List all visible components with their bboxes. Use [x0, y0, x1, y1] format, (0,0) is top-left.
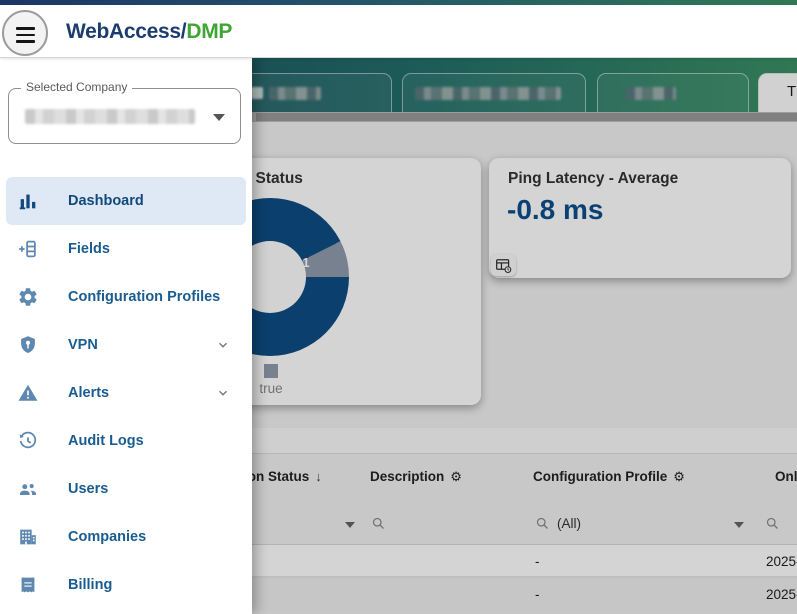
users-icon [16, 477, 40, 501]
history-clock-icon [16, 429, 40, 453]
sidebar-item-billing[interactable]: Billing [6, 561, 246, 609]
sidebar-menu: Dashboard Fields Confi [0, 177, 252, 609]
sidebar-item-label: Users [68, 481, 108, 497]
sidebar-item-label: Alerts [68, 385, 109, 401]
brand-gradient-strip [0, 0, 797, 5]
sidebar-item-label: VPN [68, 337, 98, 353]
hamburger-icon [16, 27, 35, 47]
sidebar-item-label: Companies [68, 529, 146, 545]
sidebar-item-alerts[interactable]: Alerts [6, 369, 246, 417]
chevron-down-icon [213, 114, 225, 121]
sidebar-item-audit-logs[interactable]: Audit Logs [6, 417, 246, 465]
sidebar-item-label: Configuration Profiles [68, 289, 220, 305]
sidebar-item-label: Fields [68, 241, 110, 257]
app-logo: WebAccess/DMP [66, 20, 232, 44]
add-field-icon [16, 237, 40, 261]
redacted-company-name [25, 109, 195, 124]
sidebar-item-companies[interactable]: Companies [6, 513, 246, 561]
sidebar-item-fields[interactable]: Fields [6, 225, 246, 273]
logo-text-accent: DMP [186, 20, 232, 43]
sidebar-item-dashboard[interactable]: Dashboard [6, 177, 246, 225]
company-select[interactable]: Selected Company [8, 88, 241, 144]
navigation-drawer: Selected Company Dashboard [0, 58, 252, 614]
chevron-down-icon [216, 338, 230, 352]
logo-text-primary: WebAccess/ [66, 20, 186, 43]
app-header: WebAccess/DMP [0, 0, 797, 58]
sidebar-item-users[interactable]: Users [6, 465, 246, 513]
chevron-down-icon [216, 386, 230, 400]
building-icon [16, 525, 40, 549]
warning-triangle-icon [16, 381, 40, 405]
sidebar-item-label: Audit Logs [68, 433, 144, 449]
menu-toggle-button[interactable] [2, 10, 48, 56]
sidebar-item-label: Dashboard [68, 193, 144, 209]
gear-icon [16, 285, 40, 309]
sidebar-item-configuration-profiles[interactable]: Configuration Profiles [6, 273, 246, 321]
sidebar-item-label: Billing [68, 577, 112, 593]
receipt-icon [16, 573, 40, 597]
webaccess-dmp-app: T Connection Status 1 true Ping Latency … [0, 0, 797, 614]
company-select-label: Selected Company [21, 80, 132, 94]
bar-chart-icon [16, 189, 40, 213]
shield-key-icon [16, 333, 40, 357]
sidebar-item-vpn[interactable]: VPN [6, 321, 246, 369]
